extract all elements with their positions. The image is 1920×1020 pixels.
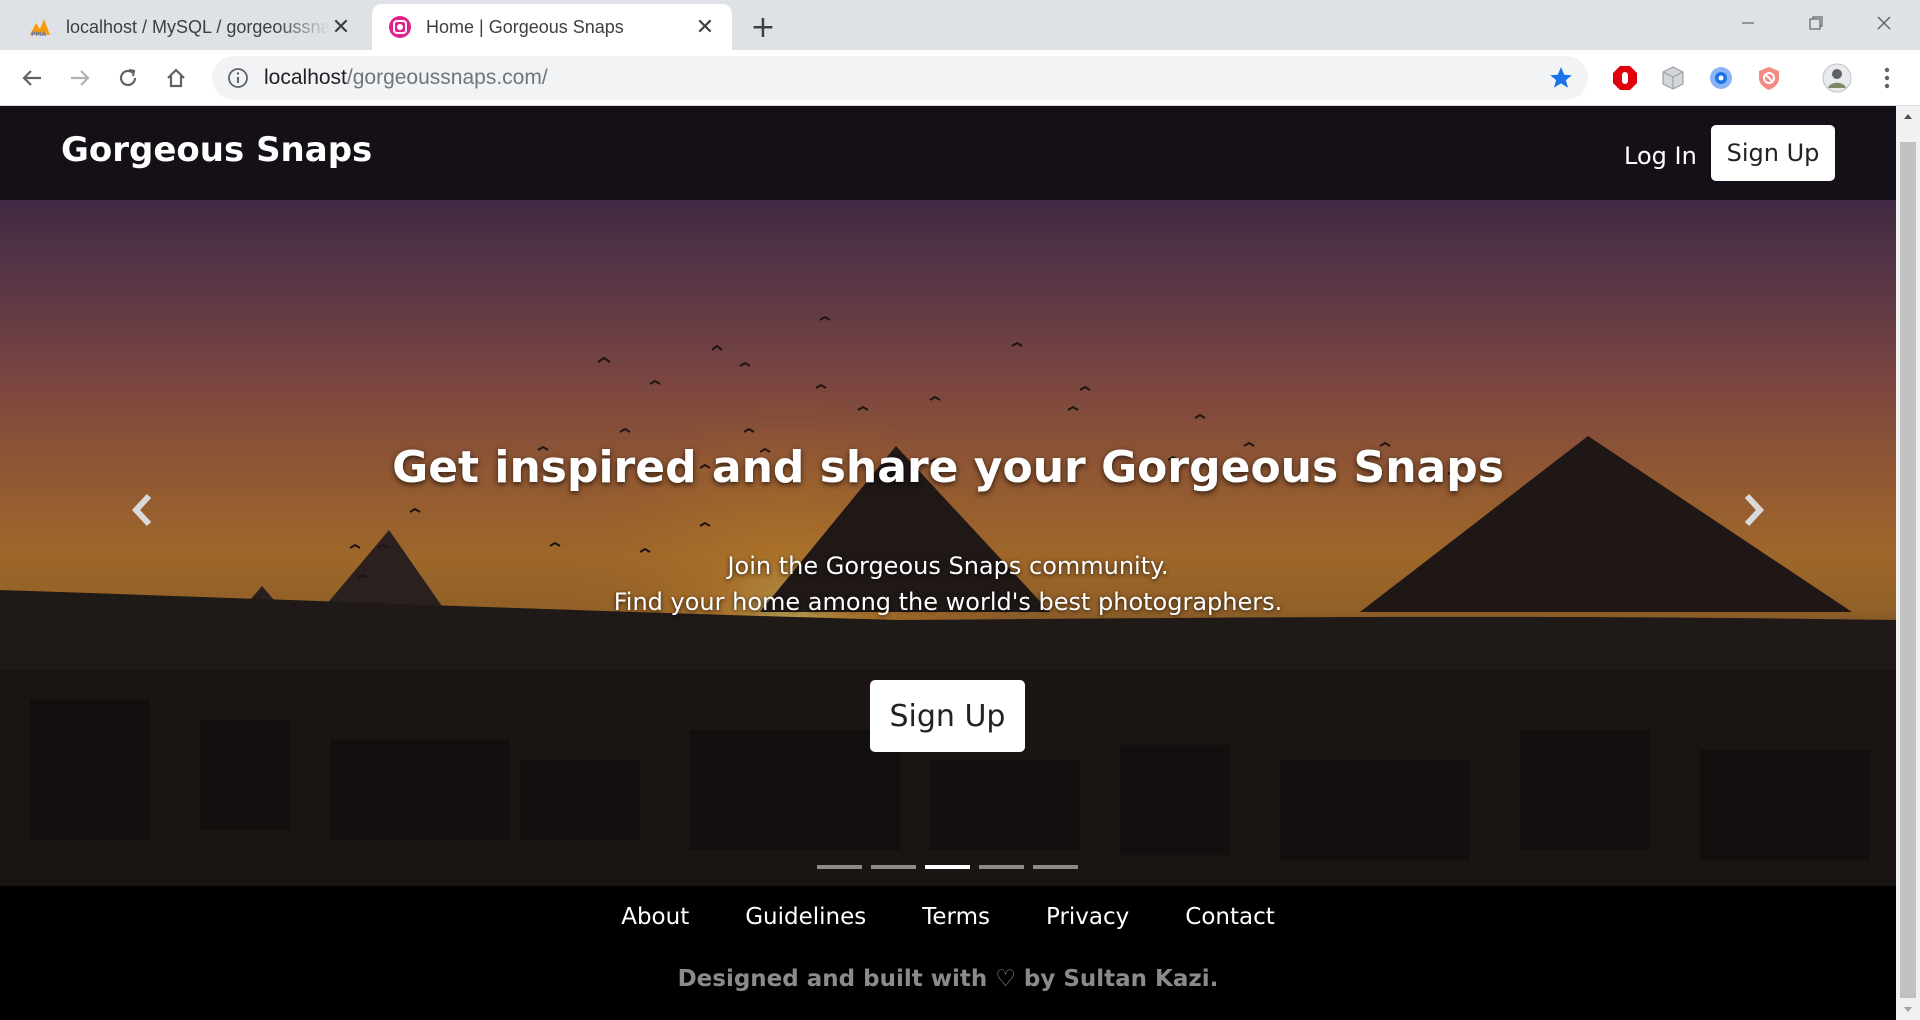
minimize-icon[interactable] [1728,8,1768,38]
back-icon[interactable] [16,62,48,94]
hero-title: Get inspired and share your Gorgeous Sna… [392,442,1504,493]
bookmark-star-icon[interactable] [1548,65,1574,91]
restore-icon[interactable] [1796,8,1836,38]
forward-icon[interactable] [64,62,96,94]
site-info-icon[interactable] [226,66,250,90]
carousel-indicator[interactable] [817,865,862,869]
carousel-indicator-active[interactable] [925,865,970,869]
url-host: localhost [264,66,347,89]
carousel-indicators [817,865,1078,869]
footer-link-terms[interactable]: Terms [922,904,990,930]
footer-link-contact[interactable]: Contact [1185,904,1274,930]
hero-signup-button[interactable]: Sign Up [870,680,1025,752]
hero-subtitle-line2: Find your home among the world's best ph… [613,588,1283,616]
adblock-extension-icon[interactable] [1610,63,1640,93]
menu-kebab-icon[interactable] [1872,63,1902,93]
footer-link-guidelines[interactable]: Guidelines [745,904,866,930]
carousel-next-icon[interactable] [1734,490,1774,530]
phpmyadmin-icon: PMA [28,15,52,39]
site-navbar: Gorgeous Snaps Log In Sign Up [0,106,1896,200]
close-tab-icon[interactable]: ✕ [694,14,716,39]
svg-text:PMA: PMA [31,31,46,37]
url-path: /gorgeoussnaps.com/ [346,66,548,89]
carousel-indicator[interactable] [1033,865,1078,869]
close-tab-icon[interactable]: ✕ [330,14,352,39]
tab-home[interactable]: Home | Gorgeous Snaps ✕ [372,4,732,50]
close-window-icon[interactable] [1864,8,1904,38]
login-link[interactable]: Log In [1624,142,1697,170]
carousel-indicator[interactable] [871,865,916,869]
site-footer: About Guidelines Terms Privacy Contact D… [0,886,1896,1020]
scroll-down-icon[interactable] [1896,1000,1920,1020]
hero-carousel: Get inspired and share your Gorgeous Sna… [0,200,1896,886]
carousel-prev-icon[interactable] [122,490,162,530]
footer-link-privacy[interactable]: Privacy [1046,904,1129,930]
footer-links: About Guidelines Terms Privacy Contact [0,904,1896,930]
brand-logo[interactable]: Gorgeous Snaps [61,130,372,170]
nav-signup-button[interactable]: Sign Up [1711,125,1835,181]
scrollbar-thumb[interactable] [1900,142,1916,998]
footer-credit: Designed and built with ♡ by Sultan Kazi… [677,966,1219,992]
web-page: Gorgeous Snaps Log In Sign Up Get inspir… [0,106,1896,1020]
reload-icon[interactable] [112,62,144,94]
globe-extension-icon[interactable] [1706,63,1736,93]
new-tab-icon[interactable]: + [748,10,778,45]
hero-background-image [0,200,1896,886]
tab-strip: PMA localhost / MySQL / gorgeoussnaps ✕ … [0,0,1920,50]
cube-extension-icon[interactable] [1658,63,1688,93]
shield-extension-icon[interactable] [1754,63,1784,93]
hero-subtitle-line1: Join the Gorgeous Snaps community. [727,552,1169,580]
tab-title: localhost / MySQL / gorgeoussnaps [66,16,330,37]
tab-title: Home | Gorgeous Snaps [426,16,624,37]
site-icon [388,15,412,39]
footer-link-about[interactable]: About [621,904,689,930]
browser-toolbar: localhost/gorgeoussnaps.com/ [0,50,1920,106]
profile-avatar-icon[interactable] [1822,63,1852,93]
carousel-indicator[interactable] [979,865,1024,869]
address-bar[interactable]: localhost/gorgeoussnaps.com/ [212,56,1588,100]
home-icon[interactable] [160,62,192,94]
tab-phpmyadmin[interactable]: PMA localhost / MySQL / gorgeoussnaps ✕ [12,4,368,50]
page-scrollbar[interactable] [1896,106,1920,1020]
scroll-up-icon[interactable] [1896,106,1920,126]
